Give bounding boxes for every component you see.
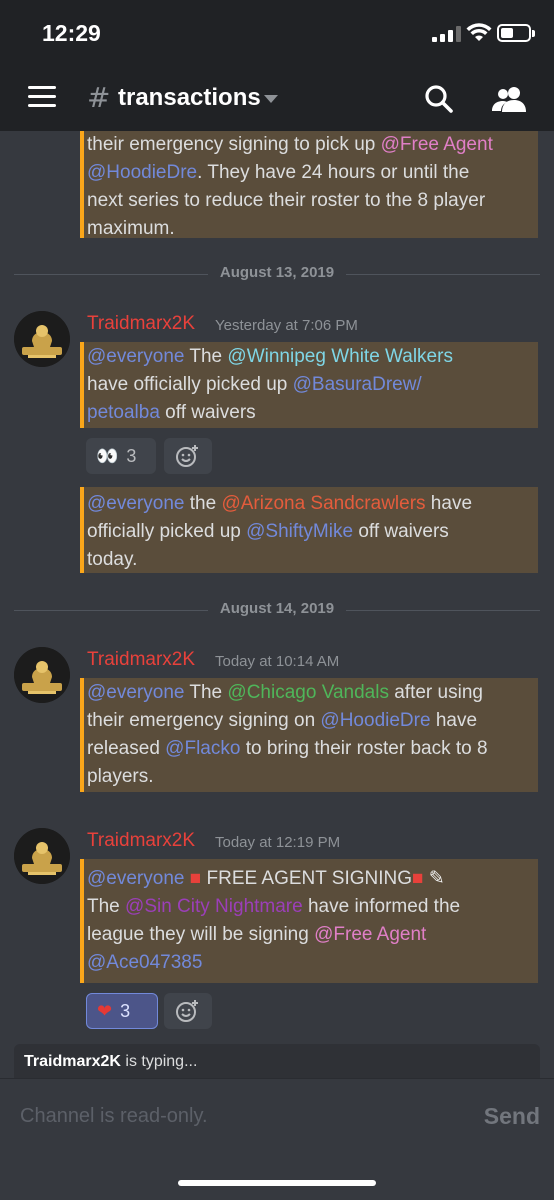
user-mention[interactable]: @Flacko	[165, 738, 240, 759]
message-text: have informed the	[302, 896, 461, 917]
signal-icon	[432, 26, 462, 42]
send-button[interactable]: Send	[484, 1103, 540, 1130]
wifi-icon	[466, 23, 492, 41]
add-emoji-icon	[176, 445, 198, 467]
channel-hash-icon: #	[87, 81, 111, 114]
message-text: The	[87, 896, 126, 917]
message-text: FREE AGENT SIGNING	[206, 868, 413, 889]
siren-emoji-icon: ■	[189, 868, 202, 889]
avatar-logo-icon	[14, 311, 70, 367]
message-author[interactable]: Traidmarx2K	[87, 649, 195, 671]
message-timestamp: Today at 10:14 AM	[215, 653, 340, 670]
everyone-mention[interactable]: @everyone	[87, 868, 184, 889]
message-text: The	[184, 346, 228, 367]
date-divider: August 14, 2019	[14, 600, 540, 620]
user-mention[interactable]: @Free Agent	[381, 134, 493, 155]
message-text: to bring their roster back to 8	[240, 738, 488, 759]
members-icon[interactable]	[491, 84, 527, 114]
message-author[interactable]: Traidmarx2K	[87, 313, 195, 335]
role-mention[interactable]: @Winnipeg White Walkers	[227, 346, 453, 367]
reaction-eyes[interactable]: 👀 3	[86, 438, 156, 474]
message-text: The	[184, 682, 228, 703]
message-content: @everyone ■ FREE AGENT SIGNING■ ✎ The @S…	[80, 859, 538, 983]
chevron-down-icon[interactable]	[264, 95, 278, 103]
user-mention[interactable]: petoalba	[87, 402, 160, 423]
avatar[interactable]	[14, 311, 70, 367]
everyone-mention[interactable]: @everyone	[87, 682, 184, 703]
role-mention[interactable]: @Chicago Vandals	[227, 682, 389, 703]
add-reaction-button[interactable]	[164, 993, 212, 1029]
home-indicator[interactable]	[178, 1180, 376, 1186]
everyone-mention[interactable]: @everyone	[87, 493, 184, 514]
channel-header: # transactions	[0, 64, 554, 131]
typing-indicator: Traidmarx2K is typing...	[14, 1044, 540, 1078]
memo-emoji-icon: ✎	[428, 868, 445, 889]
avatar-logo-icon	[14, 828, 70, 884]
message-text: the	[184, 493, 222, 514]
everyone-mention[interactable]: @everyone	[87, 346, 184, 367]
add-reaction-button[interactable]	[164, 438, 212, 474]
user-mention[interactable]: @ShiftyMike	[246, 521, 353, 542]
status-bar: 12:29	[0, 0, 554, 64]
message-text: after using	[388, 682, 483, 703]
heart-emoji-icon: ❤	[97, 1000, 113, 1022]
clock: 12:29	[42, 20, 101, 46]
avatar[interactable]	[14, 828, 70, 884]
message-input[interactable]: Channel is read-only.	[20, 1105, 208, 1128]
menu-icon[interactable]	[28, 86, 56, 108]
message-content: their emergency signing to pick up @Free…	[80, 131, 538, 239]
message-text: off waivers	[353, 521, 449, 542]
user-mention[interactable]: @Ace047385	[87, 952, 202, 973]
message-text: today.	[87, 549, 138, 570]
search-icon[interactable]	[424, 84, 454, 114]
add-emoji-icon	[176, 1000, 198, 1022]
channel-title[interactable]: transactions	[118, 84, 261, 112]
message-text: have officially picked up	[87, 374, 293, 395]
date-label: August 13, 2019	[207, 264, 347, 281]
avatar-logo-icon	[14, 647, 70, 703]
reaction-count: 3	[126, 445, 137, 466]
message-text: league they will be signing	[87, 924, 315, 945]
reaction-heart[interactable]: ❤ 3	[86, 993, 158, 1029]
message-content: @everyone The @Winnipeg White Walkers ha…	[80, 342, 538, 428]
message-text: their emergency signing on	[87, 710, 321, 731]
role-mention[interactable]: @Arizona Sandcrawlers	[221, 493, 425, 514]
date-divider: August 13, 2019	[14, 264, 540, 284]
message-text: players.	[87, 766, 154, 787]
user-mention[interactable]: @HoodieDre	[320, 710, 430, 731]
eyes-emoji-icon: 👀	[96, 445, 119, 467]
message-text: have	[425, 493, 473, 514]
user-mention[interactable]: @BasuraDrew/	[293, 374, 422, 395]
typing-user: Traidmarx2K	[24, 1053, 121, 1070]
message-text: officially picked up	[87, 521, 247, 542]
typing-text: is typing...	[120, 1053, 198, 1070]
user-mention[interactable]: @HoodieDre	[87, 162, 197, 183]
message-text: off waivers	[159, 402, 256, 423]
battery-icon	[497, 24, 535, 42]
message-content: @everyone The @Chicago Vandals after usi…	[80, 678, 538, 792]
user-mention[interactable]: @Free Agent	[314, 924, 426, 945]
message-content: @everyone the @Arizona Sandcrawlers have…	[80, 487, 538, 573]
message-text: their emergency signing to pick up	[87, 134, 381, 155]
message-text: have	[430, 710, 478, 731]
message-list[interactable]: their emergency signing to pick up @Free…	[0, 131, 554, 1044]
reaction-count: 3	[120, 1000, 131, 1021]
message-timestamp: Today at 12:19 PM	[215, 834, 341, 851]
role-mention[interactable]: @Sin City Nightmare	[125, 896, 303, 917]
message-text: . They have 24 hours or until the	[197, 162, 470, 183]
message-text: released	[87, 738, 166, 759]
date-label: August 14, 2019	[207, 600, 347, 617]
message-author[interactable]: Traidmarx2K	[87, 830, 195, 852]
message-text: maximum.	[87, 218, 175, 239]
message-timestamp: Yesterday at 7:06 PM	[215, 317, 358, 334]
message-text: next series to reduce their roster to th…	[87, 190, 486, 211]
siren-emoji-icon: ■	[412, 868, 424, 889]
avatar[interactable]	[14, 647, 70, 703]
